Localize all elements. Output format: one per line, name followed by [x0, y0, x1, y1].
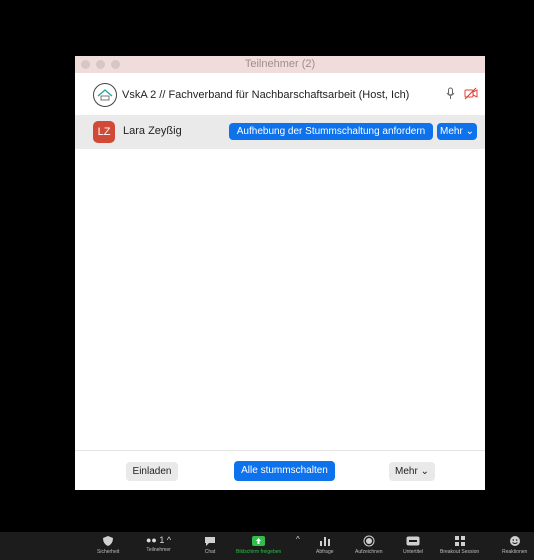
participant-name: Lara Zeyßig	[123, 125, 182, 137]
poll-button[interactable]: Abfrage	[316, 535, 334, 555]
participants-button[interactable]: ●● 1 ^ Teilnehmer	[146, 535, 171, 553]
grid-icon	[454, 536, 465, 546]
participant-row[interactable]: LZ Lara Zeyßig Aufhebung der Stummschalt…	[75, 115, 485, 149]
share-options-button[interactable]: ^	[296, 535, 300, 546]
chevron-down-icon: ⌄	[417, 466, 429, 477]
participant-row-host[interactable]: VskA 2 // Fachverband für Nachbarschafts…	[75, 78, 485, 115]
house-logo-icon	[97, 89, 113, 101]
record-button[interactable]: Aufzeichnen	[355, 535, 383, 555]
footer-more-label: Mehr	[395, 466, 418, 477]
share-screen-label: Bildschirm freigeben	[236, 549, 282, 555]
record-icon	[363, 535, 375, 547]
microphone-icon[interactable]	[446, 87, 455, 106]
participants-label: Teilnehmer	[146, 547, 171, 553]
footer-more-button[interactable]: Mehr ⌄	[389, 462, 435, 481]
share-screen-icon	[252, 536, 266, 546]
record-label: Aufzeichnen	[355, 549, 383, 555]
poll-label: Abfrage	[316, 549, 334, 555]
security-label: Sicherheit	[97, 549, 120, 555]
participant-name: VskA 2 // Fachverband für Nachbarschafts…	[122, 89, 410, 101]
reactions-label: Reaktionen	[502, 549, 528, 555]
reactions-button[interactable]: Reaktionen	[502, 535, 527, 555]
emoji-icon	[509, 536, 520, 546]
chat-bubble-icon	[205, 537, 215, 546]
invite-button[interactable]: Einladen	[126, 462, 178, 481]
chat-label: Chat	[204, 549, 216, 555]
participants-count: 1	[159, 535, 165, 545]
more-button-label: Mehr	[440, 126, 463, 137]
title-bar: Teilnehmer (2)	[75, 56, 485, 73]
chevron-down-icon: ⌄	[462, 126, 474, 137]
chevron-up-icon: ^	[296, 535, 300, 544]
breakout-session-button[interactable]: Breakout Session	[440, 535, 479, 555]
footer-divider	[75, 450, 485, 451]
avatar: LZ	[93, 121, 115, 143]
chat-button[interactable]: Chat	[204, 535, 216, 555]
bar-chart-icon	[319, 537, 330, 546]
share-screen-button[interactable]: Bildschirm freigeben	[236, 535, 281, 555]
shield-icon	[103, 536, 114, 546]
participants-window: Teilnehmer (2) VskA 2 // Fachverband für…	[75, 56, 485, 490]
mute-all-button[interactable]: Alle stummschalten	[234, 461, 335, 481]
host-logo-avatar	[93, 83, 117, 107]
breakout-label: Breakout Session	[440, 549, 480, 555]
request-unmute-button[interactable]: Aufhebung der Stummschaltung anfordern	[229, 123, 433, 140]
participants-icon: ●● 1 ^	[146, 535, 172, 545]
subtitles-label: Untertitel	[403, 549, 424, 555]
window-title: Teilnehmer (2)	[244, 58, 316, 70]
video-off-icon[interactable]	[464, 87, 478, 105]
security-button[interactable]: Sicherheit	[97, 535, 119, 555]
participant-more-button[interactable]: Mehr ⌄	[437, 123, 477, 140]
meeting-toolbar: Sicherheit ●● 1 ^ Teilnehmer Chat Bildsc…	[0, 532, 534, 560]
closed-caption-icon	[406, 536, 420, 546]
subtitles-button[interactable]: Untertitel	[403, 535, 423, 555]
